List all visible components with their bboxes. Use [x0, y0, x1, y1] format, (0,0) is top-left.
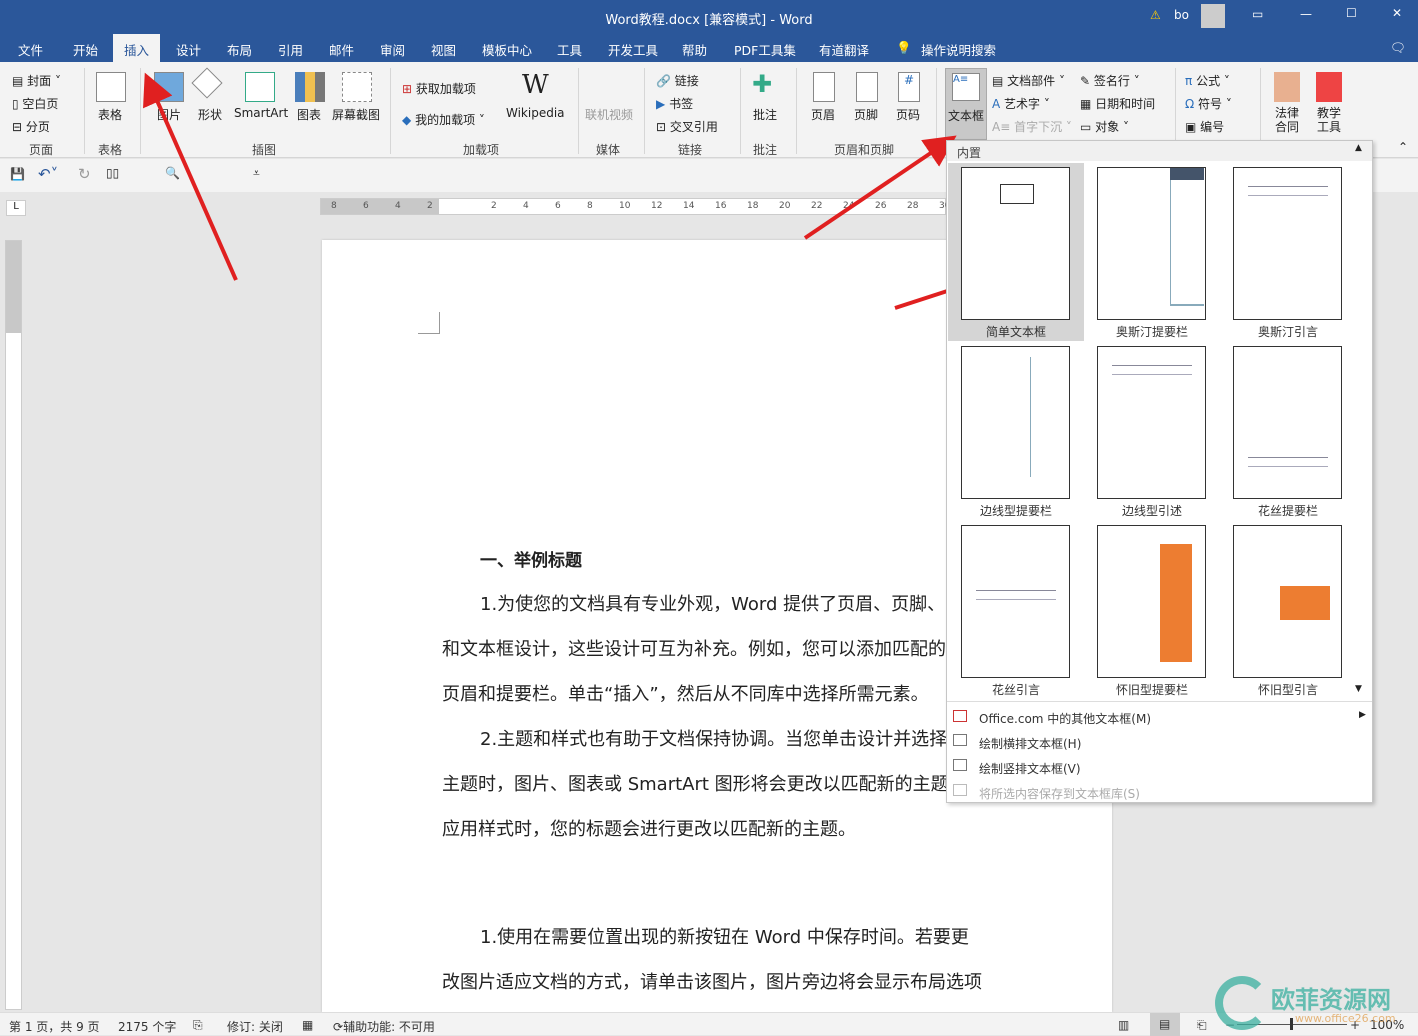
- gallery-item-label: 简单文本框: [985, 325, 1046, 339]
- status-bar: 第 1 页，共 9 页 2175 个字 ⎘ 修订: 关闭 ▦ ⟳辅助功能: 不可…: [0, 1012, 1418, 1036]
- arrow-to-textbox: [803, 135, 957, 240]
- gallery-thumbnail: [961, 167, 1070, 320]
- track-changes[interactable]: 修订: 关闭: [227, 1018, 283, 1035]
- gallery-thumbnail: [961, 346, 1070, 499]
- gallery-item[interactable]: 奥斯汀提要栏: [1084, 163, 1220, 341]
- word-count[interactable]: 2175 个字: [118, 1018, 176, 1035]
- gallery-item-label: 奥斯汀提要栏: [1115, 325, 1188, 339]
- web-layout-icon[interactable]: ⎗: [1197, 1018, 1207, 1033]
- watermark-logo: 欧菲资源网 www.office26.com: [1215, 972, 1415, 1032]
- gallery-item-label: 边线型提要栏: [979, 504, 1052, 518]
- proofing-icon[interactable]: ⎘: [193, 1018, 203, 1033]
- scroll-up-icon[interactable]: ▲: [1355, 143, 1362, 153]
- gallery-item-label: 怀旧型提要栏: [1115, 683, 1188, 697]
- gallery-item[interactable]: 花丝引言: [948, 521, 1084, 699]
- arrow-to-insert-tab: [143, 72, 238, 281]
- gallery-item[interactable]: 奥斯汀引言: [1220, 163, 1356, 341]
- menu-draw-horizontal[interactable]: 绘制横排文本框(H): [947, 731, 1372, 753]
- section-builtin: 内置: [957, 146, 982, 160]
- gallery-thumbnail: [1097, 167, 1206, 320]
- gallery-item[interactable]: 怀旧型引言: [1220, 521, 1356, 699]
- gallery-item-label: 边线型引述: [1121, 504, 1182, 518]
- gallery-item-label: 奥斯汀引言: [1257, 325, 1318, 339]
- gallery-item[interactable]: 边线型提要栏: [948, 342, 1084, 520]
- read-mode-icon[interactable]: ▥: [1118, 1018, 1129, 1032]
- gallery-thumbnail: [1097, 346, 1206, 499]
- gallery-thumbnail: [1233, 346, 1342, 499]
- gallery-item[interactable]: 简单文本框: [948, 163, 1084, 341]
- gallery-item-label: 花丝提要栏: [1257, 504, 1318, 518]
- gallery-item-label: 怀旧型引言: [1257, 683, 1318, 697]
- gallery-item[interactable]: 花丝提要栏: [1220, 342, 1356, 520]
- textbox-menu: Office.com 中的其他文本框(M) ▶ 绘制横排文本框(H) 绘制竖排文本…: [947, 704, 1372, 804]
- gallery-item-label: 花丝引言: [991, 683, 1040, 697]
- scroll-down-icon[interactable]: ▼: [1355, 684, 1362, 694]
- gallery-item[interactable]: 边线型引述: [1084, 342, 1220, 520]
- menu-save-selection[interactable]: 将所选内容保存到文本框库(S): [947, 781, 1372, 803]
- gallery-thumbnail: [1233, 525, 1342, 678]
- menu-draw-vertical[interactable]: 绘制竖排文本框(V): [947, 756, 1372, 778]
- print-layout-icon[interactable]: ▤: [1150, 1013, 1180, 1036]
- gallery-thumbnail: [961, 525, 1070, 678]
- menu-more-textboxes[interactable]: Office.com 中的其他文本框(M) ▶: [947, 706, 1372, 728]
- page-count[interactable]: 第 1 页，共 9 页: [9, 1018, 100, 1035]
- textbox-gallery-dropdown: 内置 ▲ ▼ 简单文本框 奥斯汀提要栏 奥斯汀引言边线型提要栏 边线型引述 花丝提要栏花…: [946, 140, 1373, 803]
- gallery-thumbnail: [1233, 167, 1342, 320]
- gallery-thumbnail: [1097, 525, 1206, 678]
- macro-icon[interactable]: ▦: [302, 1018, 313, 1032]
- gallery-item[interactable]: 怀旧型提要栏: [1084, 521, 1220, 699]
- accessibility[interactable]: ⟳辅助功能: 不可用: [333, 1018, 435, 1035]
